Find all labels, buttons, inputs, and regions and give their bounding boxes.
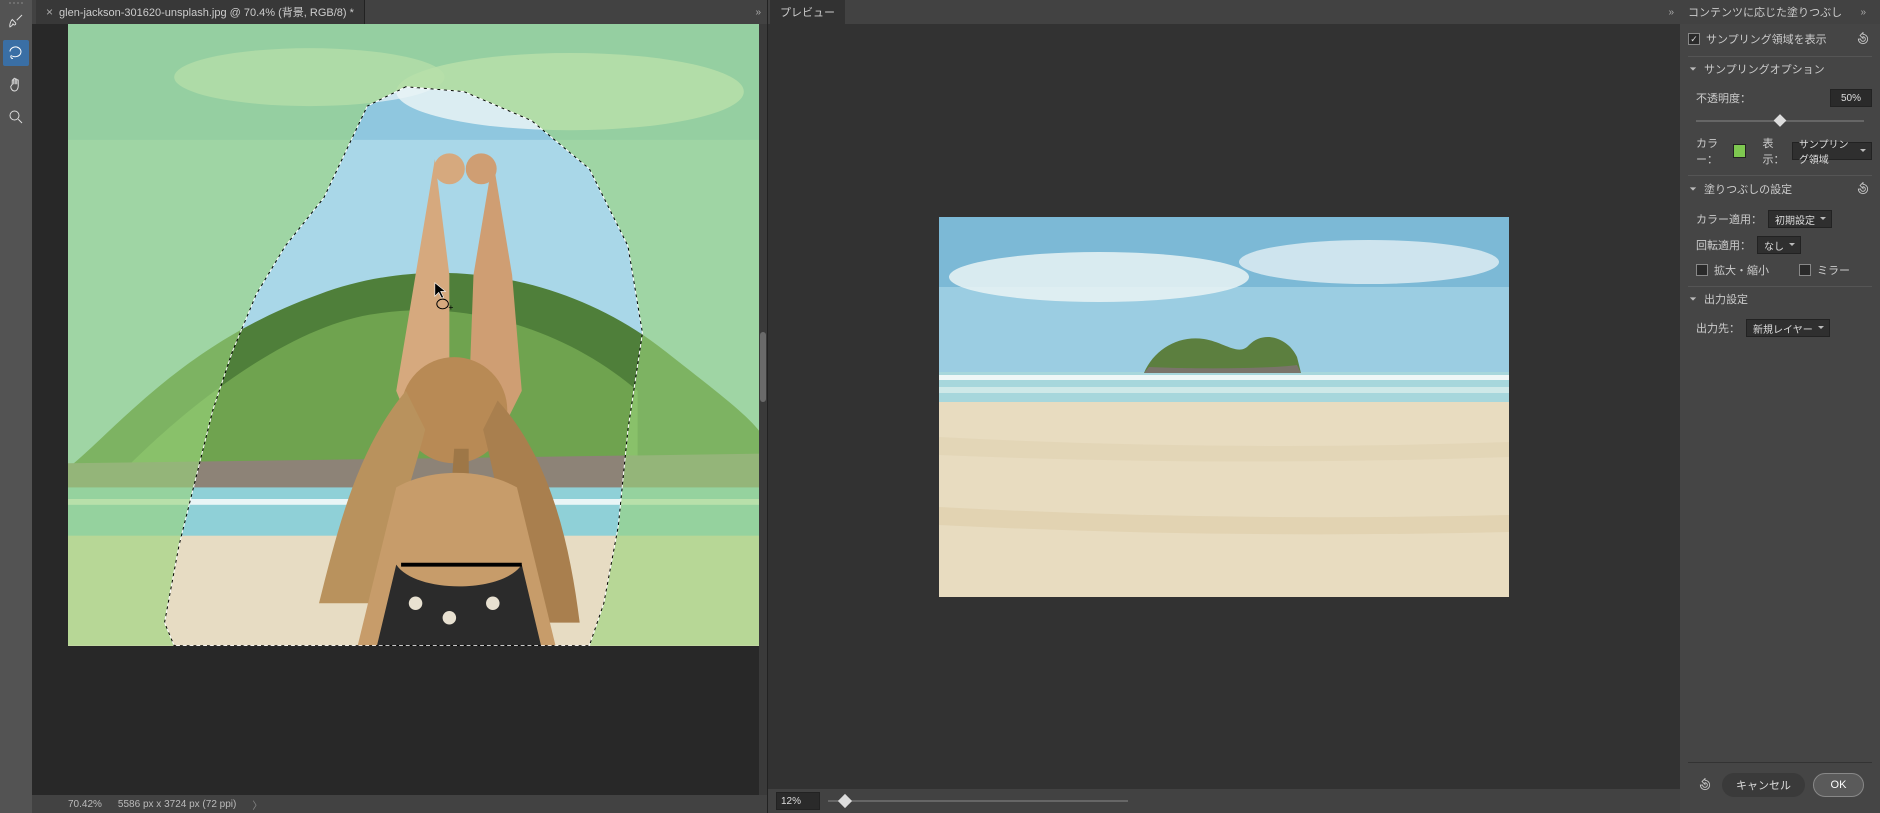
- color-label: カラー：: [1696, 135, 1727, 167]
- main-canvas-image: +: [68, 24, 767, 646]
- scale-checkbox[interactable]: [1696, 264, 1708, 276]
- document-tab[interactable]: × glen-jackson-301620-unsplash.jpg @ 70.…: [36, 0, 365, 24]
- chevron-down-icon: [1688, 64, 1698, 74]
- reset-icon[interactable]: [1854, 180, 1872, 198]
- opacity-label: 不透明度：: [1696, 90, 1751, 106]
- preview-zoom-input[interactable]: [776, 792, 820, 810]
- options-panel-title: コンテンツに応じた塗りつぶし »: [1680, 0, 1880, 24]
- status-dims: 5586 px x 3724 px (72 ppi): [118, 799, 236, 810]
- status-zoom: 70.42%: [68, 799, 102, 810]
- scale-label: 拡大・縮小: [1714, 262, 1769, 278]
- hand-tool[interactable]: [3, 72, 29, 98]
- opacity-input[interactable]: [1830, 89, 1872, 107]
- reset-icon[interactable]: [1854, 30, 1872, 48]
- expand-icon[interactable]: »: [755, 7, 761, 18]
- panel-grip[interactable]: [0, 0, 32, 6]
- display-label: 表示：: [1763, 135, 1786, 167]
- document-column: × glen-jackson-301620-unsplash.jpg @ 70.…: [32, 0, 768, 813]
- preview-image: [939, 217, 1509, 597]
- preview-footer: [768, 789, 1680, 813]
- chevron-right-icon[interactable]: 〉: [252, 797, 262, 812]
- status-bar: 70.42% 5586 px x 3724 px (72 ppi) 〉: [32, 795, 767, 813]
- output-to-select[interactable]: 新規レイヤー: [1746, 319, 1830, 337]
- tool-strip: [0, 0, 32, 813]
- mirror-label: ミラー: [1817, 262, 1850, 278]
- section-sampling-options[interactable]: サンプリングオプション: [1688, 56, 1872, 81]
- zoom-tool[interactable]: [3, 104, 29, 130]
- document-tab-bar: × glen-jackson-301620-unsplash.jpg @ 70.…: [32, 0, 767, 24]
- output-to-label: 出力先：: [1696, 320, 1740, 336]
- chevron-down-icon: [1688, 294, 1698, 304]
- show-sampling-checkbox[interactable]: [1688, 33, 1700, 45]
- mirror-checkbox[interactable]: [1799, 264, 1811, 276]
- preview-titlebar: プレビュー »: [768, 0, 1680, 24]
- preview-body[interactable]: [768, 24, 1680, 789]
- preview-zoom-slider[interactable]: [828, 794, 1128, 808]
- display-select[interactable]: サンプリング領域: [1792, 142, 1872, 160]
- expand-icon[interactable]: »: [1860, 7, 1866, 18]
- expand-icon[interactable]: »: [1668, 7, 1674, 18]
- vertical-scrollbar[interactable]: [759, 24, 767, 795]
- ok-button[interactable]: OK: [1813, 773, 1864, 797]
- sampling-color-swatch[interactable]: [1733, 144, 1746, 158]
- color-adapt-label: カラー適用：: [1696, 211, 1762, 227]
- document-tab-title: glen-jackson-301620-unsplash.jpg @ 70.4%…: [59, 4, 354, 20]
- section-output-settings[interactable]: 出力設定: [1688, 286, 1872, 311]
- color-adapt-select[interactable]: 初期設定: [1768, 210, 1832, 228]
- cancel-button[interactable]: キャンセル: [1722, 773, 1805, 797]
- close-icon[interactable]: ×: [46, 5, 53, 19]
- preview-panel: プレビュー »: [768, 0, 1680, 813]
- rotate-select[interactable]: なし: [1757, 236, 1801, 254]
- brush-tool[interactable]: [3, 8, 29, 34]
- canvas-area[interactable]: +: [32, 24, 767, 795]
- section-fill-settings[interactable]: 塗りつぶしの設定: [1688, 175, 1872, 202]
- lasso-tool[interactable]: [3, 40, 29, 66]
- show-sampling-label: サンプリング領域を表示: [1706, 31, 1827, 47]
- chevron-down-icon: [1688, 184, 1698, 194]
- reset-all-icon[interactable]: [1696, 776, 1714, 794]
- svg-text:+: +: [448, 302, 453, 312]
- opacity-slider[interactable]: [1696, 115, 1864, 127]
- rotate-label: 回転適用：: [1696, 237, 1751, 253]
- options-panel: コンテンツに応じた塗りつぶし » サンプリング領域を表示 サンプリングオプション…: [1680, 0, 1880, 813]
- preview-tab[interactable]: プレビュー: [770, 0, 845, 24]
